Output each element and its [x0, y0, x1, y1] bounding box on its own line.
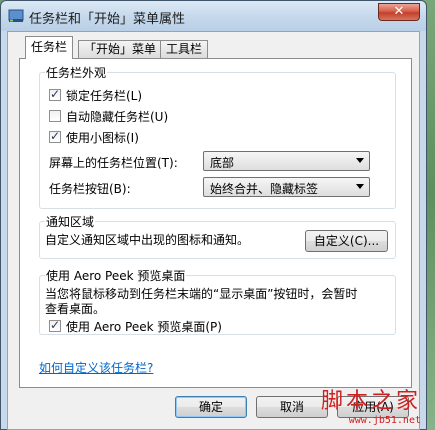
customize-button[interactable]: 自定义(C)... [305, 230, 388, 252]
customize-button-label: 自定义(C)... [313, 234, 380, 248]
small-icons-checkbox[interactable] [49, 129, 61, 143]
tab-start-menu[interactable]: 「开始」菜单 [78, 40, 163, 58]
taskbar-buttons-value: 始终合并、隐藏标签 [210, 182, 319, 196]
window-title: 任务栏和「开始」菜单属性 [29, 12, 186, 27]
close-button[interactable]: ✕ [378, 3, 420, 21]
small-icons-label: 使用小图标(I) [66, 131, 139, 145]
title-bar[interactable]: 任务栏和「开始」菜单属性 ✕ [1, 1, 426, 31]
watermark: 脚本之家 www.jb51.net [321, 383, 421, 426]
notification-description: 自定义通知区域中出现的图标和通知。 [45, 233, 250, 247]
lock-taskbar-checkbox[interactable] [49, 87, 61, 101]
taskbar-position-label: 屏幕上的任务栏位置(T): [49, 156, 178, 170]
aero-peek-checkbox-label: 使用 Aero Peek 预览桌面(P) [66, 320, 222, 334]
taskbar-buttons-label: 任务栏按钮(B): [49, 182, 131, 196]
taskbar-position-select[interactable]: 底部 [203, 151, 370, 171]
auto-hide-checkbox[interactable] [49, 110, 61, 122]
ok-button-label: 确定 [198, 400, 223, 414]
cancel-button[interactable]: 取消 [256, 396, 328, 418]
watermark-url: www.jb51.net [348, 415, 421, 426]
tab-panel-taskbar: 任务栏外观 锁定任务栏(L) 自动隐藏任务栏(U) 使用小图标(I) 屏幕上的任… [19, 58, 412, 388]
chevron-down-icon [356, 184, 364, 189]
tab-taskbar[interactable]: 任务栏 [25, 36, 74, 59]
appearance-group-label: 任务栏外观 [45, 64, 108, 81]
ok-button[interactable]: 确定 [175, 396, 247, 418]
close-icon: ✕ [393, 4, 405, 19]
taskbar-icon [8, 9, 24, 22]
notification-group-label: 通知区域 [45, 213, 96, 230]
lock-taskbar-label: 锁定任务栏(L) [66, 89, 143, 103]
cancel-button-label: 取消 [279, 400, 304, 414]
tab-toolbars[interactable]: 工具栏 [160, 40, 209, 58]
taskbar-buttons-select[interactable]: 始终合并、隐藏标签 [203, 177, 370, 197]
aero-peek-group-label: 使用 Aero Peek 预览桌面 [45, 267, 187, 284]
chevron-down-icon [356, 158, 364, 163]
aero-peek-checkbox[interactable] [49, 318, 61, 332]
help-link[interactable]: 如何自定义该任务栏? [39, 359, 153, 376]
tab-taskbar-label: 任务栏 [31, 40, 68, 54]
auto-hide-label: 自动隐藏任务栏(U) [66, 110, 169, 124]
tab-start-menu-label: 「开始」菜单 [84, 42, 157, 56]
aero-peek-description-line2: 查看桌面。 [45, 302, 106, 316]
taskbar-position-value: 底部 [210, 156, 235, 170]
tab-toolbars-label: 工具栏 [166, 42, 203, 56]
watermark-text: 脚本之家 [320, 389, 421, 414]
